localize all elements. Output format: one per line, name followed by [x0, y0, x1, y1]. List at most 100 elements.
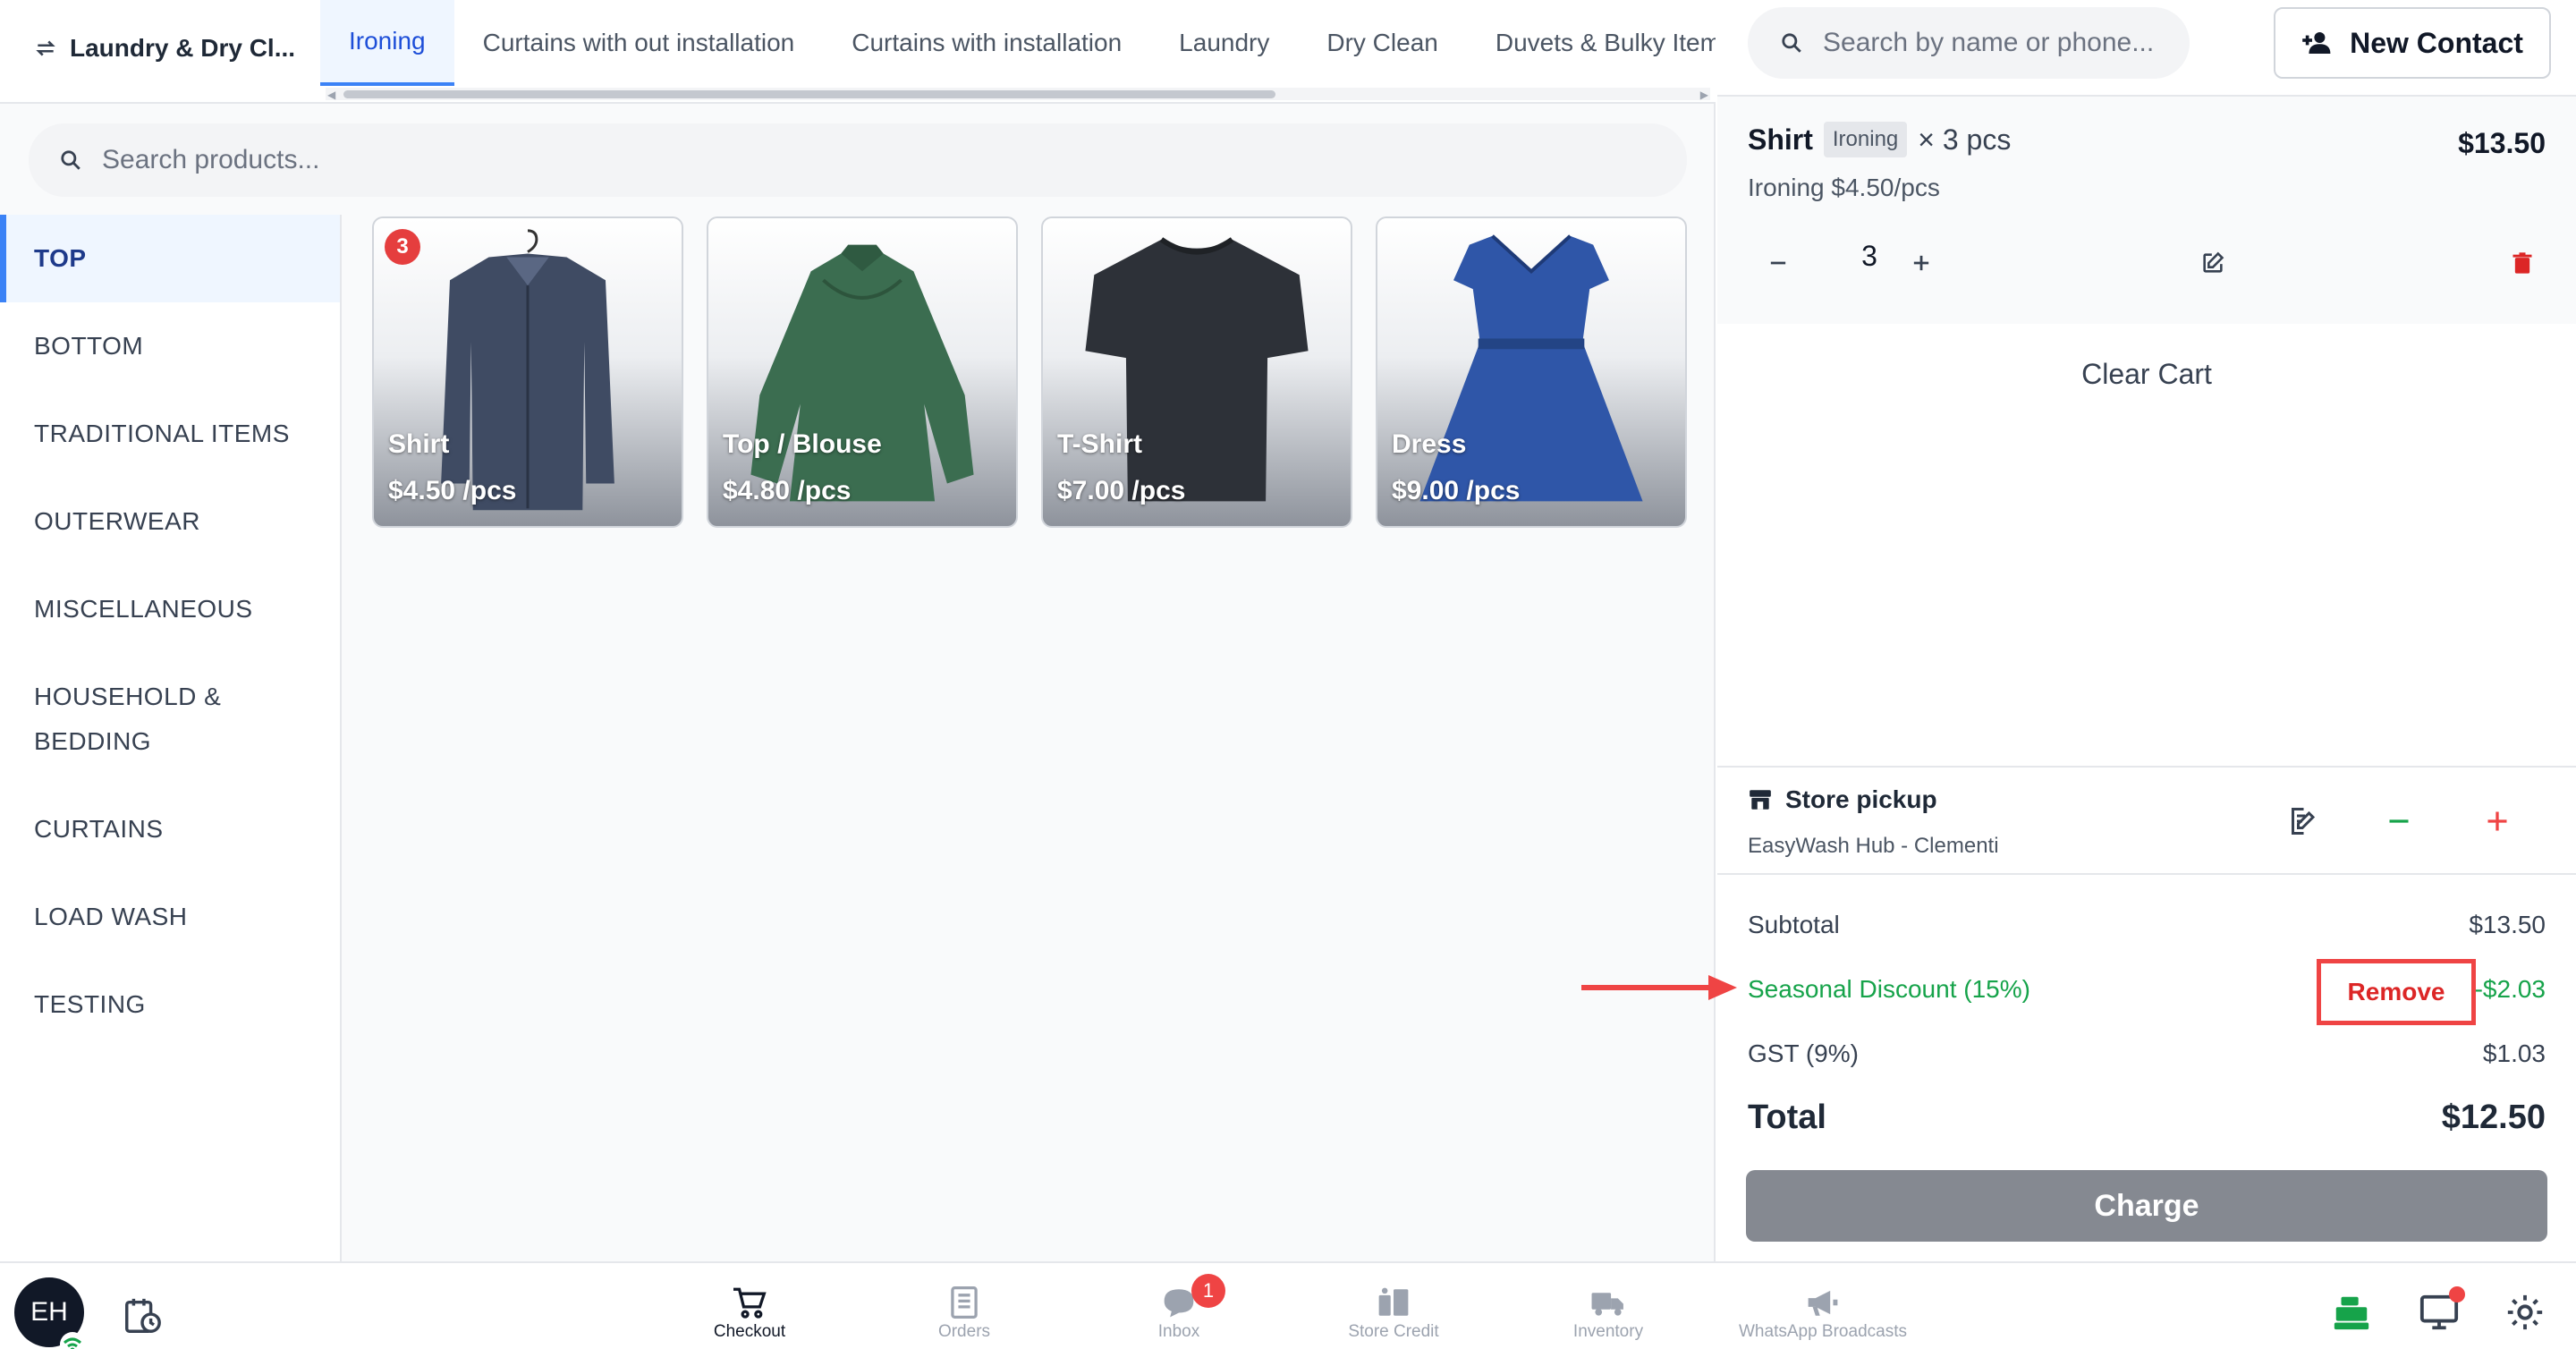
megaphone-icon — [1808, 1290, 1838, 1316]
contact-search-input[interactable] — [1823, 28, 2181, 58]
plus-icon — [1913, 255, 1929, 271]
category-miscellaneous[interactable]: MISCELLANEOUS — [0, 565, 340, 653]
category-top[interactable]: TOP — [0, 215, 340, 302]
category-testing[interactable]: TESTING — [0, 961, 340, 1048]
trash-icon — [2512, 252, 2532, 274]
inbox-badge: 1 — [1191, 1274, 1225, 1308]
edit-note-icon — [2292, 808, 2316, 835]
product-card-dress[interactable]: Dress $9.00 /pcs — [1376, 216, 1687, 528]
tab-duvets-bulky-items[interactable]: Duvets & Bulky Items — [1467, 0, 1716, 86]
gst-value: $1.03 — [2482, 1039, 2546, 1067]
product-name: T-Shirt — [1057, 429, 1142, 459]
service-top-bar: Laundry & Dry Cl... Ironing Curtains wit… — [0, 0, 1716, 104]
service-tabs: Ironing Curtains with out installation C… — [320, 0, 1716, 86]
store-switcher[interactable]: Laundry & Dry Cl... — [34, 30, 295, 66]
cart-icon — [733, 1287, 767, 1319]
tab-ironing[interactable]: Ironing — [320, 0, 454, 86]
pickup-title: Store pickup — [1748, 785, 1937, 814]
product-search-input[interactable] — [102, 145, 1623, 175]
nav-inventory[interactable]: Inventory — [1519, 1286, 1698, 1342]
product-card-top-blouse[interactable]: Top / Blouse $4.80 /pcs — [707, 216, 1018, 528]
pointer-arrow-icon — [1581, 975, 1737, 1000]
nav-label: Inbox — [1157, 1322, 1200, 1341]
wifi-icon — [60, 1332, 85, 1349]
tab-laundry[interactable]: Laundry — [1150, 0, 1298, 86]
charge-button[interactable]: Charge — [1746, 1170, 2547, 1242]
increase-qty-button[interactable] — [1909, 245, 1934, 281]
clear-cart-button[interactable]: Clear Cart — [1717, 358, 2576, 391]
search-icon — [1782, 33, 1801, 53]
product-card-t-shirt[interactable]: T-Shirt $7.00 /pcs — [1041, 216, 1352, 528]
scroll-left-icon[interactable]: ◀ — [327, 89, 335, 101]
customer-display-button[interactable] — [2419, 1286, 2465, 1333]
cash-register-button[interactable] — [2331, 1292, 2372, 1333]
edit-pickup-button[interactable] — [2286, 805, 2322, 841]
nav-label: Inventory — [1572, 1322, 1644, 1341]
contact-search-bar — [1748, 7, 2190, 79]
category-household-bedding-label: HOUSEHOLD & BEDDING — [34, 683, 222, 755]
minus-icon — [1770, 261, 1786, 265]
settings-button[interactable] — [2504, 1292, 2546, 1333]
truck-icon — [1591, 1293, 1623, 1316]
category-sidebar: TOP BOTTOM TRADITIONAL ITEMS OUTERWEAR M… — [0, 215, 342, 1261]
service-tag: Ironing — [1823, 122, 1908, 157]
subtotal-value: $13.50 — [2469, 911, 2546, 938]
nav-label: WhatsApp Broadcasts — [1739, 1322, 1907, 1341]
cart-item-rate: Ironing $4.50/pcs — [1748, 174, 1940, 201]
cart-pane: New Contact Shirt Ironing × 3 pcs $13.50… — [1717, 0, 2576, 1261]
tab-curtains-without-installation[interactable]: Curtains with out installation — [454, 0, 824, 86]
tab-dry-clean[interactable]: Dry Clean — [1298, 0, 1466, 86]
catalog-pane: Laundry & Dry Cl... Ironing Curtains wit… — [0, 0, 1716, 1261]
edit-item-button[interactable] — [2200, 245, 2225, 281]
discount-value: -$2.03 — [2474, 975, 2546, 1003]
scroll-right-icon[interactable]: ▶ — [1700, 89, 1708, 101]
edit-icon — [2203, 251, 2224, 273]
product-search-bar — [29, 123, 1687, 197]
category-load-wash[interactable]: LOAD WASH — [0, 873, 340, 961]
tab-curtains-with-installation[interactable]: Curtains with installation — [823, 0, 1150, 86]
nav-whatsapp-broadcasts[interactable]: WhatsApp Broadcasts — [1733, 1286, 1912, 1342]
remove-discount-button[interactable]: Remove — [2317, 959, 2476, 1025]
new-contact-label: New Contact — [2350, 26, 2523, 59]
add-fee-button[interactable] — [2481, 805, 2517, 841]
nav-checkout[interactable]: Checkout — [660, 1286, 839, 1342]
remove-fee-button[interactable] — [2383, 805, 2419, 841]
category-traditional-items[interactable]: TRADITIONAL ITEMS — [0, 390, 340, 478]
category-curtains[interactable]: CURTAINS — [0, 785, 340, 873]
cash-register-icon — [2334, 1296, 2369, 1330]
add-user-icon — [2302, 32, 2331, 54]
nav-store-credit[interactable]: Store Credit — [1304, 1286, 1483, 1342]
tabs-scrollbar[interactable]: ◀ ▶ — [326, 88, 1710, 101]
nav-orders[interactable]: Orders — [875, 1286, 1054, 1342]
product-name: Top / Blouse — [723, 429, 882, 459]
cart-item-total: $13.50 — [2458, 127, 2546, 159]
gst-row: GST (9%) $1.03 — [1748, 1039, 2546, 1068]
pickup-location: EasyWash Hub - Clementi — [1748, 834, 1999, 858]
gear-icon — [2507, 1294, 2543, 1330]
pickup-title-label: Store pickup — [1785, 785, 1937, 813]
nav-inbox[interactable]: 1 Inbox — [1089, 1274, 1268, 1342]
minus-icon — [2389, 819, 2409, 823]
store-icon — [1750, 790, 1771, 810]
product-price: $4.80 /pcs — [723, 476, 852, 505]
product-card-shirt[interactable]: 3 Shirt $4.50 /pcs — [372, 216, 683, 528]
product-grid: 3 Shirt $4.50 /pcs Top / Blouse $4.80 /p… — [372, 216, 1687, 528]
category-outerwear[interactable]: OUTERWEAR — [0, 478, 340, 565]
notification-dot — [2449, 1286, 2465, 1302]
order-history-icon[interactable] — [122, 1295, 163, 1336]
fulfillment-section: Store pickup EasyWash Hub - Clementi — [1717, 766, 2576, 875]
product-price: $7.00 /pcs — [1057, 476, 1186, 505]
category-household-bedding[interactable]: HOUSEHOLD & BEDDING — [0, 653, 340, 785]
scrollbar-thumb[interactable] — [343, 90, 1275, 98]
quantity-badge: 3 — [385, 229, 420, 265]
delete-item-button[interactable] — [2510, 245, 2535, 281]
cart-line-item: Shirt Ironing × 3 pcs $13.50 Ironing $4.… — [1717, 97, 2576, 324]
decrease-qty-button[interactable] — [1766, 245, 1791, 281]
store-name: Laundry & Dry Cl... — [70, 34, 296, 62]
orders-icon — [951, 1286, 978, 1319]
category-bottom[interactable]: BOTTOM — [0, 302, 340, 390]
new-contact-button[interactable]: New Contact — [2274, 7, 2551, 79]
cart-item-title: Shirt Ironing × 3 pcs — [1748, 122, 2011, 157]
nav-label: Store Credit — [1348, 1322, 1439, 1341]
plus-icon — [2487, 811, 2507, 831]
